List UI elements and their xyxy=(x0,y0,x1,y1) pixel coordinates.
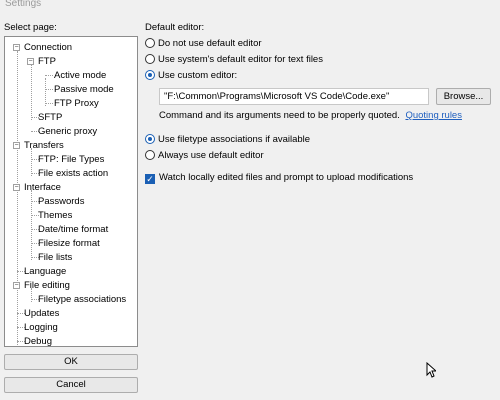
radio-label: Do not use default editor xyxy=(158,38,262,49)
title-bar: Settings xyxy=(0,0,500,14)
checkbox-label: Watch locally edited files and prompt to… xyxy=(159,172,414,183)
tree-item-updates[interactable]: Updates xyxy=(24,307,59,321)
tree-item-passwords[interactable]: Passwords xyxy=(38,195,84,209)
radio-filetype-associations[interactable]: Use filetype associations if available xyxy=(145,133,310,147)
radio-always-default-editor[interactable]: Always use default editor xyxy=(145,149,264,163)
radio-label: Always use default editor xyxy=(158,150,264,161)
quoting-hint-text: Command and its arguments need to be pro… xyxy=(159,110,400,121)
custom-editor-path-input[interactable]: "F:\Common\Programs\Microsoft VS Code\Co… xyxy=(159,88,429,105)
default-editor-label: Default editor: xyxy=(145,22,205,33)
tree-item-logging[interactable]: Logging xyxy=(24,321,58,335)
tree-line xyxy=(45,103,53,104)
tree-item-active-mode[interactable]: Active mode xyxy=(54,69,106,83)
collapse-icon[interactable]: − xyxy=(13,184,20,191)
collapse-icon[interactable]: − xyxy=(13,44,20,51)
browse-button[interactable]: Browse... xyxy=(436,88,491,105)
tree-line xyxy=(17,51,18,345)
radio-button-icon xyxy=(145,54,155,64)
quoting-rules-link[interactable]: Quoting rules xyxy=(405,110,462,121)
radio-button-icon xyxy=(145,38,155,48)
tree-item-file-lists[interactable]: File lists xyxy=(38,251,72,265)
radio-button-checked-icon xyxy=(145,70,155,80)
select-page-label: Select page: xyxy=(4,22,57,33)
tree-item-ftp-file-types[interactable]: FTP: File Types xyxy=(38,153,104,167)
tree-item-language[interactable]: Language xyxy=(24,265,66,279)
tree-item-transfers[interactable]: Transfers xyxy=(24,139,64,153)
radio-no-default-editor[interactable]: Do not use default editor xyxy=(145,37,262,51)
tree-item-datetime-format[interactable]: Date/time format xyxy=(38,223,108,237)
tree-item-filetype-associations[interactable]: Filetype associations xyxy=(38,293,126,307)
tree-item-file-editing[interactable]: File editing xyxy=(24,279,70,293)
tree-item-ftp[interactable]: FTP xyxy=(38,55,56,69)
tree-item-ftp-proxy[interactable]: FTP Proxy xyxy=(54,97,99,111)
radio-custom-editor[interactable]: Use custom editor: xyxy=(145,69,237,83)
tree-line xyxy=(31,64,32,120)
radio-label: Use system's default editor for text fil… xyxy=(158,54,323,65)
tree-item-passive-mode[interactable]: Passive mode xyxy=(54,83,114,97)
quoting-hint: Command and its arguments need to be pro… xyxy=(159,110,462,121)
tree-line xyxy=(45,89,53,90)
collapse-icon[interactable]: − xyxy=(13,142,20,149)
tree-item-generic-proxy[interactable]: Generic proxy xyxy=(38,125,97,139)
watch-files-checkbox[interactable]: ✓ Watch locally edited files and prompt t… xyxy=(145,171,413,185)
radio-button-checked-icon xyxy=(145,134,155,144)
collapse-icon[interactable]: − xyxy=(13,282,20,289)
tree-item-interface[interactable]: Interface xyxy=(24,181,61,195)
tree-item-connection[interactable]: Connection xyxy=(24,41,72,55)
tree-line xyxy=(45,75,53,76)
mouse-cursor-icon xyxy=(426,362,436,378)
checkmark-icon: ✓ xyxy=(145,174,155,184)
tree-item-file-exists-action[interactable]: File exists action xyxy=(38,167,108,181)
tree-line xyxy=(45,78,46,106)
collapse-icon[interactable]: − xyxy=(27,58,34,65)
radio-button-icon xyxy=(145,150,155,160)
tree-item-sftp[interactable]: SFTP xyxy=(38,111,62,125)
tree-item-debug[interactable]: Debug xyxy=(24,335,52,349)
cancel-button[interactable]: Cancel xyxy=(4,377,138,393)
window-title: Settings xyxy=(5,0,42,9)
tree-item-filesize-format[interactable]: Filesize format xyxy=(38,237,100,251)
radio-system-default-editor[interactable]: Use system's default editor for text fil… xyxy=(145,53,323,67)
tree-item-themes[interactable]: Themes xyxy=(38,209,72,223)
ok-button[interactable]: OK xyxy=(4,354,138,370)
radio-label: Use custom editor: xyxy=(158,70,238,81)
radio-label: Use filetype associations if available xyxy=(158,134,311,145)
settings-page-tree[interactable]: − − − − − Connection FTP Active mode Pas… xyxy=(4,36,138,347)
